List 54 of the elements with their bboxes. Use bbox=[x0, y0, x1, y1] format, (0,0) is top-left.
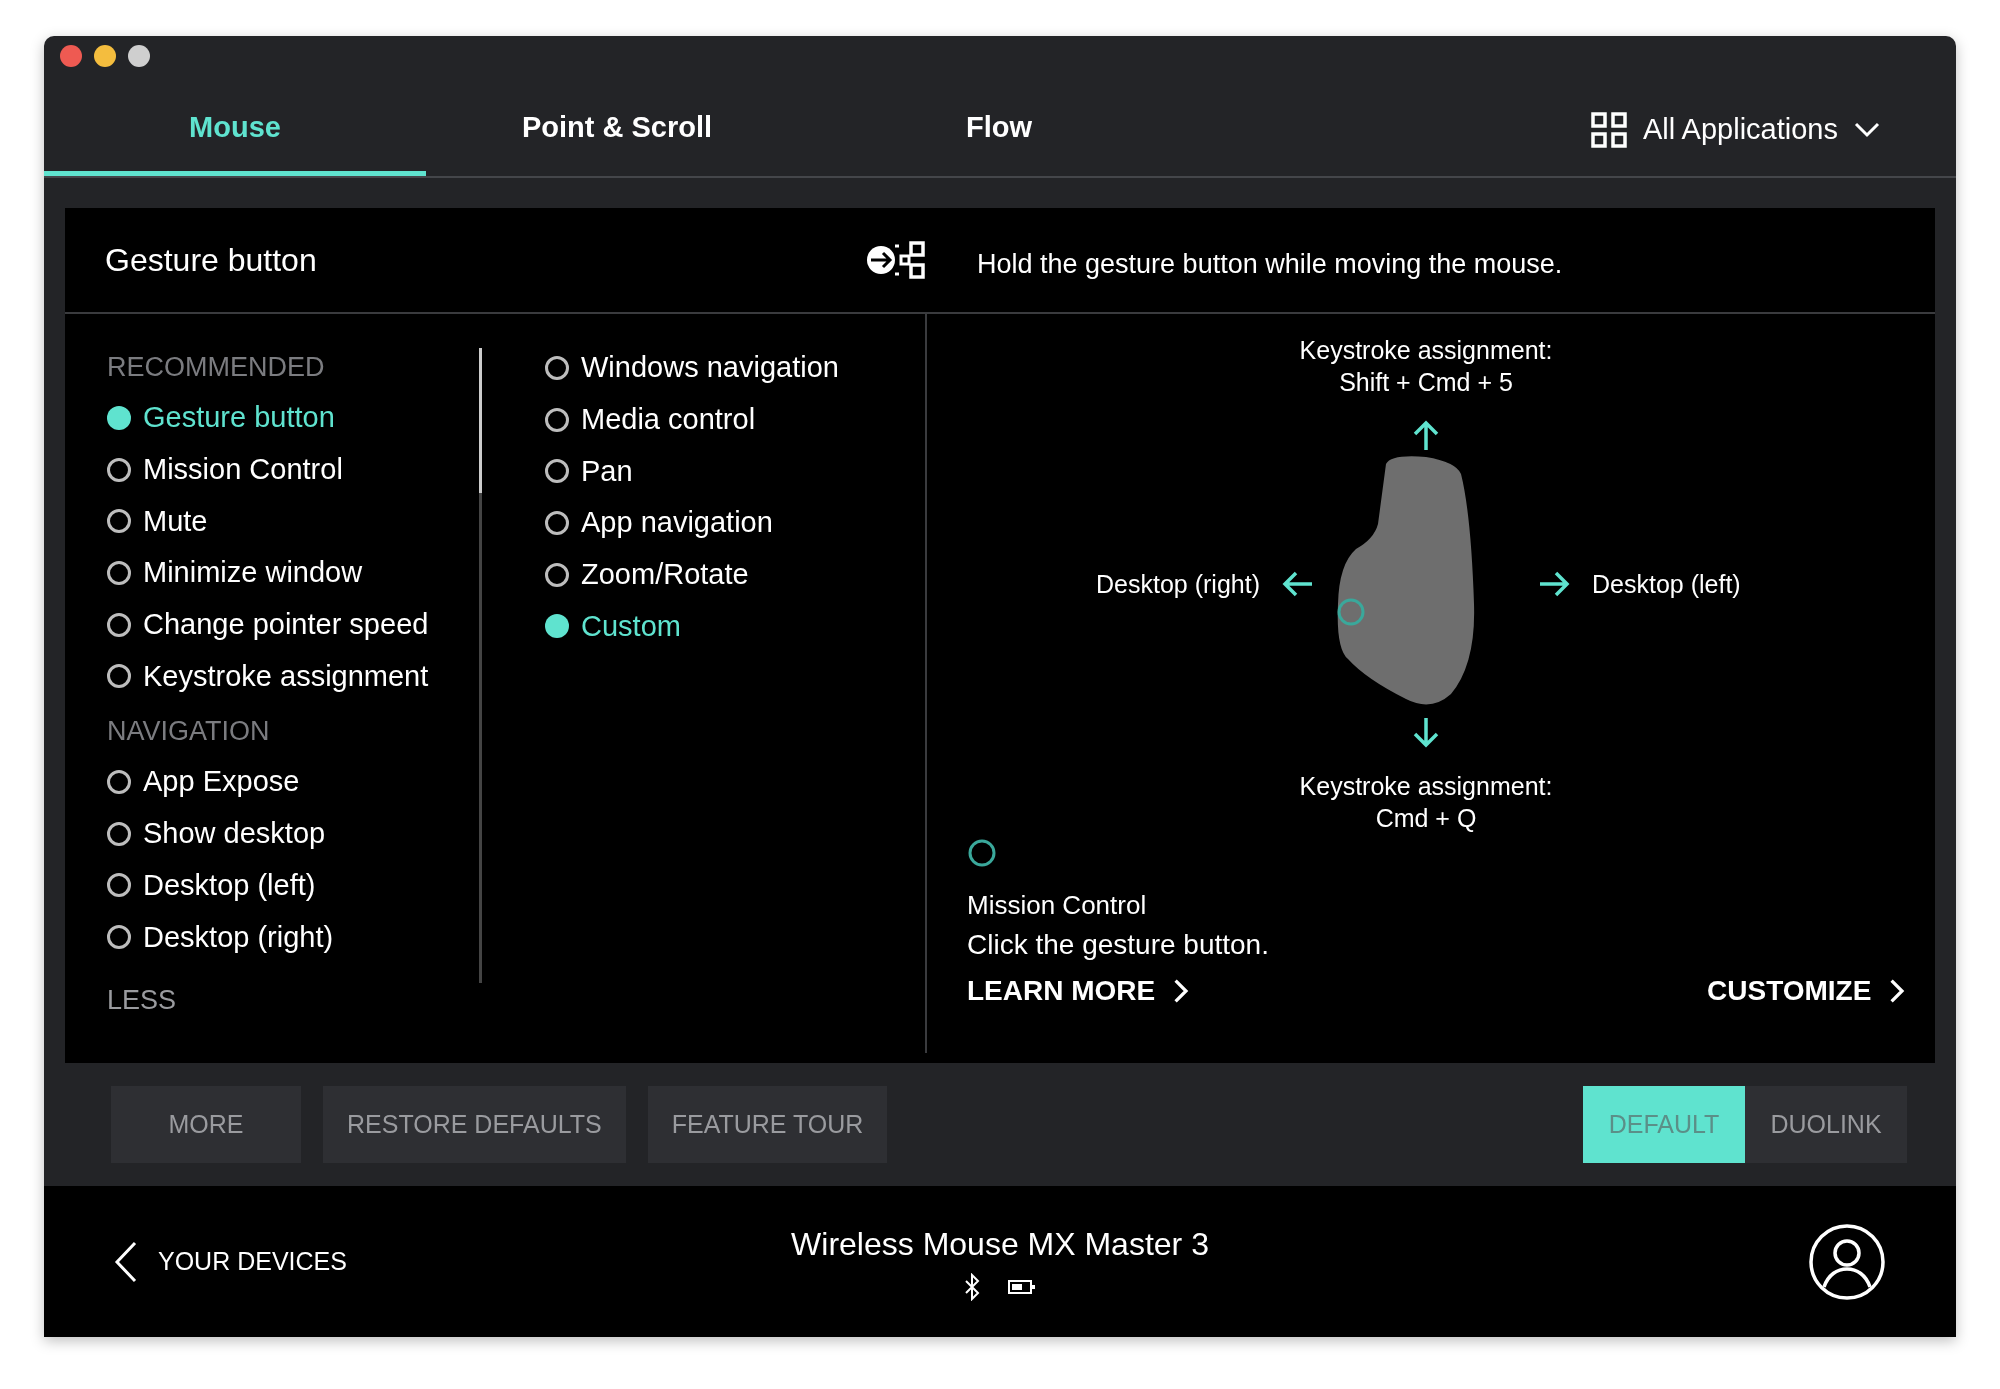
action-option[interactable]: Mission Control bbox=[107, 443, 479, 496]
action-button[interactable]: MORE bbox=[111, 1086, 301, 1163]
action-button[interactable]: FEATURE TOUR bbox=[647, 1086, 888, 1163]
mode-toggle[interactable]: DUOLINK bbox=[1745, 1086, 1907, 1163]
user-icon bbox=[1808, 1222, 1886, 1301]
action-option[interactable]: Desktop (left) bbox=[107, 859, 479, 912]
action-option[interactable]: Custom bbox=[545, 600, 839, 653]
application-selector[interactable]: All Applications bbox=[1584, 76, 1886, 176]
action-option[interactable]: Pan bbox=[545, 445, 839, 498]
tab[interactable]: Point & Scroll bbox=[426, 76, 808, 176]
chevron-left-icon bbox=[114, 1240, 138, 1283]
tab[interactable]: Flow bbox=[808, 76, 1190, 176]
learn-more-link[interactable]: LEARN MORE bbox=[967, 975, 1189, 1007]
grid-icon bbox=[1590, 111, 1627, 148]
bluetooth-icon bbox=[964, 1273, 980, 1301]
panel-title: Gesture button bbox=[105, 241, 317, 279]
chevron-right-icon bbox=[1173, 978, 1189, 1004]
action-option[interactable]: Gesture button bbox=[107, 392, 479, 444]
gesture-left-label: Desktop (right) bbox=[1095, 569, 1260, 600]
click-ring-icon bbox=[967, 838, 997, 868]
account-button[interactable] bbox=[1808, 1222, 1886, 1301]
back-link[interactable]: YOUR DEVICES bbox=[114, 1240, 347, 1283]
action-option[interactable]: Windows navigation bbox=[545, 342, 839, 394]
chevron-right-icon bbox=[1889, 978, 1905, 1004]
click-action-label: Mission Control bbox=[967, 890, 1148, 921]
close-button[interactable] bbox=[60, 45, 82, 67]
device-name: Wireless Mouse MX Master 3 bbox=[791, 1226, 1209, 1263]
action-option[interactable]: App navigation bbox=[545, 497, 839, 549]
action-option[interactable]: Change pointer speed bbox=[107, 598, 479, 651]
action-option[interactable]: App Expose bbox=[107, 756, 479, 808]
tab[interactable]: Mouse bbox=[44, 76, 426, 176]
battery-icon bbox=[1008, 1279, 1036, 1295]
action-button[interactable]: RESTORE DEFAULTS bbox=[323, 1086, 626, 1163]
panel-description: Hold the gesture button while moving the mouse. bbox=[976, 247, 1563, 281]
customize-link[interactable]: CUSTOMIZE bbox=[1707, 975, 1905, 1007]
minimize-button[interactable] bbox=[94, 45, 116, 67]
action-option[interactable]: Keystroke assignment bbox=[107, 650, 479, 703]
chevron-down-icon bbox=[1854, 121, 1880, 138]
scrollbar[interactable] bbox=[479, 348, 482, 983]
gesture-down-label: Keystroke assignment: Cmd + Q bbox=[1299, 771, 1553, 834]
gesture-right-label: Desktop (left) bbox=[1592, 569, 1742, 600]
action-option[interactable]: Media control bbox=[545, 393, 839, 446]
action-option[interactable]: Show desktop bbox=[107, 807, 479, 860]
action-option[interactable]: Minimize window bbox=[107, 547, 479, 599]
zoom-button[interactable] bbox=[128, 45, 150, 67]
gesture-up-label: Keystroke assignment: Shift + Cmd + 5 bbox=[1299, 335, 1553, 398]
action-option[interactable]: Mute bbox=[107, 495, 479, 548]
click-description: Click the gesture button. bbox=[967, 929, 1270, 961]
section-heading: RECOMMENDED bbox=[107, 350, 326, 384]
less-link[interactable]: LESS bbox=[107, 984, 177, 1016]
gesture-grid-icon bbox=[865, 240, 927, 280]
action-option[interactable]: Desktop (right) bbox=[107, 911, 479, 963]
section-heading: NAVIGATION bbox=[107, 714, 271, 748]
action-option[interactable]: Zoom/Rotate bbox=[545, 548, 839, 601]
